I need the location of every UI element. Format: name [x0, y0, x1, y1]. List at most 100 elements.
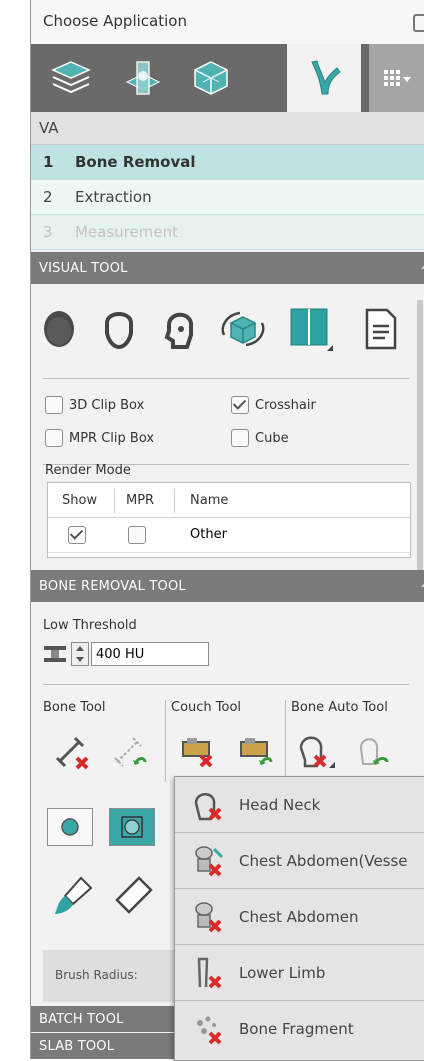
checkbox-box[interactable] — [231, 396, 249, 414]
head-top-icon[interactable] — [33, 304, 85, 354]
group-separator — [165, 700, 166, 782]
checkbox-box[interactable] — [68, 526, 86, 544]
application-toolbar — [31, 44, 424, 112]
couch-remove-icon[interactable] — [177, 730, 221, 774]
menu-item-chest-abdomen[interactable]: Chest Abdomen — [175, 889, 424, 945]
column-mpr: MPR — [126, 493, 155, 508]
vessel-icon[interactable] — [287, 44, 361, 112]
layout-icon[interactable] — [285, 304, 337, 354]
divider — [43, 378, 409, 379]
bone-removal-tool-title: BONE REMOVAL TOOL — [39, 579, 186, 594]
menu-item-label: Bone Fragment — [239, 1019, 354, 1038]
bone-auto-tool-menu: Head Neck Chest Abdomen(Vesse Chest Abdo… — [174, 776, 424, 1061]
visual-tool-title: VISUAL TOOL — [39, 261, 128, 276]
chest-abdomen-remove-icon — [189, 898, 227, 936]
threshold-value: 400 HU — [96, 646, 145, 662]
low-threshold-label: Low Threshold — [43, 618, 137, 633]
checkbox-label: Cube — [255, 430, 289, 446]
bone-fragment-remove-icon — [189, 1010, 227, 1048]
batch-tool-title: BATCH TOOL — [39, 1012, 124, 1027]
checkbox-label: Crosshair — [255, 397, 316, 413]
step-number: 3 — [43, 223, 53, 241]
couch-tool-label: Couch Tool — [171, 700, 242, 715]
table-row[interactable]: Other — [48, 518, 410, 553]
column-separator — [174, 489, 175, 513]
threshold-input[interactable]: 400 HU — [91, 642, 209, 666]
column-show: Show — [62, 493, 98, 508]
layers-icon[interactable] — [41, 50, 101, 106]
menu-item-label: Chest Abdomen(Vesse — [239, 851, 408, 870]
volume-cube-icon[interactable] — [181, 50, 241, 106]
lower-limb-remove-icon — [189, 954, 227, 992]
checkbox-label: 3D Clip Box — [69, 397, 145, 413]
show-checkbox[interactable] — [68, 526, 92, 544]
bone-remove-icon[interactable] — [51, 730, 95, 774]
lock-icon[interactable] — [413, 14, 424, 32]
menu-item-chest-abdomen-vessel[interactable]: Chest Abdomen(Vesse — [175, 833, 424, 889]
visual-tool-icons — [31, 290, 424, 370]
row-name: Other — [190, 527, 227, 542]
slab-tool-title: SLAB TOOL — [39, 1039, 115, 1054]
couch-restore-icon[interactable] — [235, 730, 279, 774]
bone-removal-tool-header[interactable]: BONE REMOVAL TOOL — [31, 570, 424, 602]
visual-tool-header[interactable]: VISUAL TOOL — [31, 252, 424, 284]
menu-item-head-neck[interactable]: Head Neck — [175, 777, 424, 833]
head-neck-remove-icon — [189, 786, 227, 824]
head-side-icon[interactable] — [153, 304, 205, 354]
chest-abdomen-vessel-icon — [189, 842, 227, 880]
step-number: 2 — [43, 188, 53, 206]
menu-item-bone-fragment[interactable]: Bone Fragment — [175, 1001, 424, 1056]
eraser-icon[interactable] — [111, 874, 155, 918]
bone-auto-tool-label: Bone Auto Tool — [291, 700, 388, 715]
head-front-icon[interactable] — [93, 304, 145, 354]
group-separator — [285, 700, 286, 782]
workflow-step-bone-removal[interactable]: 1 Bone Removal — [31, 145, 424, 180]
brush-radius-label: Brush Radius: — [55, 968, 138, 982]
vertical-scrollbar[interactable] — [417, 300, 423, 580]
step-label: Bone Removal — [75, 153, 196, 171]
bone-restore-icon[interactable] — [109, 730, 153, 774]
checkbox-box[interactable] — [45, 396, 63, 414]
checkbox-box[interactable] — [45, 429, 63, 447]
threshold-slider-icon[interactable] — [43, 643, 67, 665]
rotate-cube-icon[interactable] — [217, 304, 269, 354]
step-label: Measurement — [75, 223, 178, 241]
brush-icon[interactable] — [51, 874, 95, 918]
step-number: 1 — [43, 153, 54, 171]
choose-application-bar[interactable]: Choose Application — [31, 0, 424, 45]
mpr-clip-box-checkbox[interactable]: MPR Clip Box — [45, 429, 154, 447]
grid-menu-icon[interactable] — [369, 44, 424, 112]
cube-checkbox[interactable]: Cube — [231, 429, 289, 447]
circle-brush-button[interactable] — [47, 808, 93, 846]
menu-item-label: Lower Limb — [239, 963, 326, 982]
menu-item-label: Chest Abdomen — [239, 907, 359, 926]
step-label: Extraction — [75, 188, 152, 206]
column-name: Name — [190, 493, 229, 508]
threshold-control: 400 HU — [43, 642, 209, 666]
auto-bone-remove-icon[interactable] — [293, 730, 337, 774]
workflow-step-measurement: 3 Measurement — [31, 215, 424, 250]
crosshair-checkbox[interactable]: Crosshair — [231, 396, 316, 414]
workflow-step-extraction[interactable]: 2 Extraction — [31, 180, 424, 215]
auto-bone-restore-icon[interactable] — [351, 730, 395, 774]
render-mode-table: Show MPR Name Other — [47, 482, 411, 558]
square-brush-button[interactable] — [109, 808, 155, 846]
render-mode-label: Render Mode — [45, 463, 131, 478]
divider — [43, 684, 409, 685]
menu-item-lower-limb[interactable]: Lower Limb — [175, 945, 424, 1001]
mpr-checkbox[interactable] — [128, 526, 152, 544]
3d-clip-box-checkbox[interactable]: 3D Clip Box — [45, 396, 144, 414]
threshold-spinner[interactable] — [71, 642, 89, 666]
checkbox-label: MPR Clip Box — [69, 430, 155, 446]
checkbox-box[interactable] — [128, 526, 146, 544]
menu-item-label: Head Neck — [239, 795, 321, 814]
checkbox-box[interactable] — [231, 429, 249, 447]
bone-tool-label: Bone Tool — [43, 700, 106, 715]
column-separator — [114, 489, 115, 513]
workflow-header: VA — [31, 112, 424, 145]
workflow-title: VA — [39, 119, 59, 137]
table-header: Show MPR Name — [48, 483, 410, 518]
choose-application-label: Choose Application — [43, 12, 187, 30]
report-icon[interactable] — [355, 304, 407, 354]
slice-plane-icon[interactable] — [113, 50, 173, 106]
